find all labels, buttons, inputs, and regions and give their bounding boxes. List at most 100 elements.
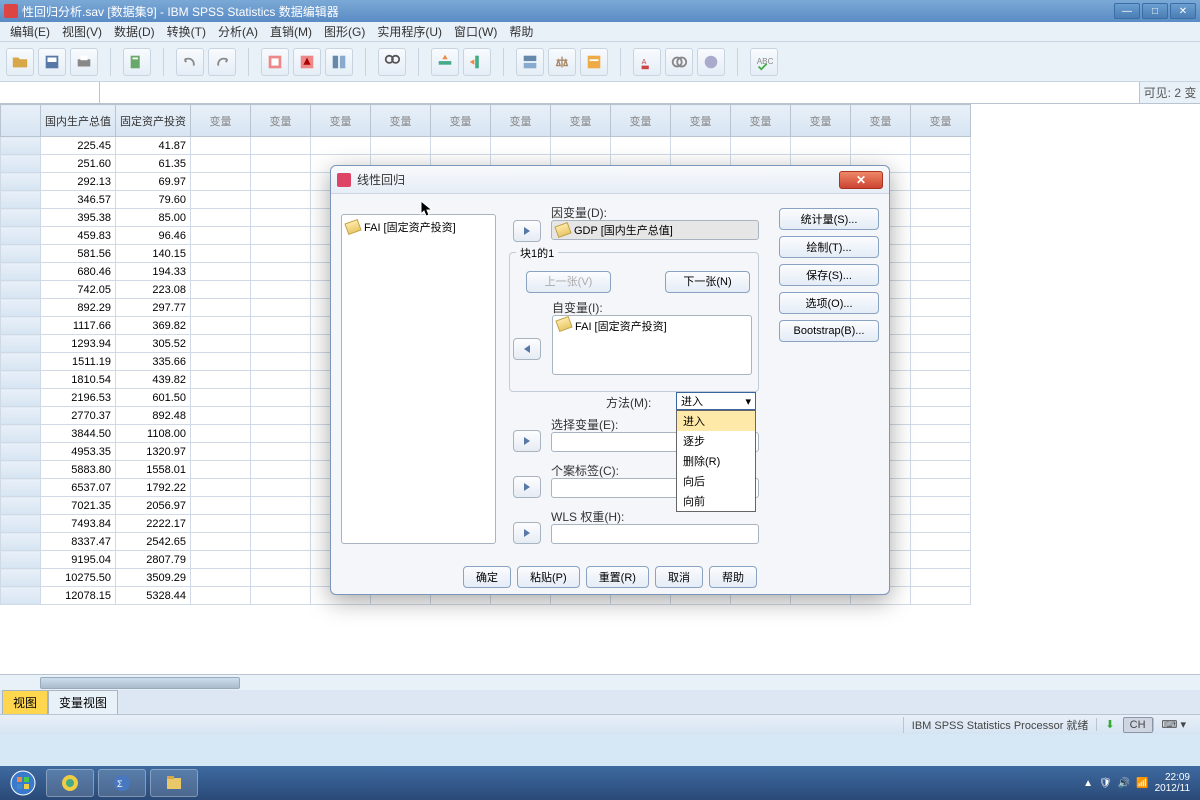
column-header[interactable]: 变量 <box>851 105 911 137</box>
data-cell[interactable]: 1117.66 <box>41 317 116 335</box>
empty-cell[interactable] <box>251 299 311 317</box>
empty-cell[interactable] <box>191 281 251 299</box>
empty-cell[interactable] <box>191 353 251 371</box>
empty-cell[interactable] <box>191 245 251 263</box>
empty-cell[interactable] <box>251 191 311 209</box>
column-header[interactable]: 变量 <box>731 105 791 137</box>
empty-cell[interactable] <box>191 137 251 155</box>
empty-cell[interactable] <box>911 371 971 389</box>
data-cell[interactable]: 335.66 <box>116 353 191 371</box>
tab-data-view[interactable]: 视图 <box>2 690 48 714</box>
row-header[interactable] <box>1 551 41 569</box>
empty-cell[interactable] <box>251 443 311 461</box>
column-header[interactable]: 变量 <box>611 105 671 137</box>
tab-variable-view[interactable]: 变量视图 <box>48 690 118 714</box>
data-cell[interactable]: 459.83 <box>41 227 116 245</box>
options-button[interactable]: 选项(O)... <box>779 292 879 314</box>
data-cell[interactable]: 892.48 <box>116 407 191 425</box>
minimize-button[interactable]: — <box>1114 3 1140 19</box>
empty-cell[interactable] <box>911 209 971 227</box>
data-cell[interactable]: 2056.97 <box>116 497 191 515</box>
data-cell[interactable]: 12078.15 <box>41 587 116 605</box>
move-to-dependent-button[interactable] <box>513 220 541 242</box>
empty-cell[interactable] <box>851 137 911 155</box>
method-option-stepwise[interactable]: 逐步 <box>677 431 755 451</box>
cell-name-box[interactable] <box>0 82 100 103</box>
empty-cell[interactable] <box>911 227 971 245</box>
empty-cell[interactable] <box>191 443 251 461</box>
empty-cell[interactable] <box>251 371 311 389</box>
data-cell[interactable]: 1810.54 <box>41 371 116 389</box>
column-header[interactable]: 变量 <box>491 105 551 137</box>
data-cell[interactable]: 10275.50 <box>41 569 116 587</box>
empty-cell[interactable] <box>911 191 971 209</box>
data-cell[interactable]: 1108.00 <box>116 425 191 443</box>
data-cell[interactable]: 6537.07 <box>41 479 116 497</box>
ok-button[interactable]: 确定 <box>463 566 511 588</box>
row-header[interactable] <box>1 299 41 317</box>
empty-cell[interactable] <box>371 137 431 155</box>
data-cell[interactable]: 1293.94 <box>41 335 116 353</box>
empty-cell[interactable] <box>911 263 971 281</box>
ime-indicator[interactable]: CH <box>1123 717 1153 733</box>
empty-cell[interactable] <box>911 587 971 605</box>
empty-cell[interactable] <box>191 551 251 569</box>
row-header[interactable] <box>1 191 41 209</box>
data-cell[interactable]: 2807.79 <box>116 551 191 569</box>
empty-cell[interactable] <box>191 263 251 281</box>
empty-cell[interactable] <box>251 173 311 191</box>
source-variable-list[interactable]: FAI [固定资产投资] <box>341 214 496 544</box>
data-cell[interactable]: 2770.37 <box>41 407 116 425</box>
empty-cell[interactable] <box>911 533 971 551</box>
taskbar-app-1[interactable] <box>46 769 94 797</box>
empty-cell[interactable] <box>251 209 311 227</box>
row-header[interactable] <box>1 263 41 281</box>
empty-cell[interactable] <box>251 551 311 569</box>
empty-cell[interactable] <box>731 137 791 155</box>
tray-clock[interactable]: 22:09 <box>1155 772 1190 783</box>
empty-cell[interactable] <box>911 569 971 587</box>
split-file-icon[interactable] <box>516 48 544 76</box>
empty-cell[interactable] <box>191 389 251 407</box>
row-header[interactable] <box>1 281 41 299</box>
data-cell[interactable]: 5883.80 <box>41 461 116 479</box>
column-header[interactable]: 变量 <box>191 105 251 137</box>
empty-cell[interactable] <box>191 155 251 173</box>
data-cell[interactable]: 85.00 <box>116 209 191 227</box>
row-header[interactable] <box>1 407 41 425</box>
plots-button[interactable]: 绘制(T)... <box>779 236 879 258</box>
insert-var-icon[interactable] <box>463 48 491 76</box>
data-cell[interactable]: 395.38 <box>41 209 116 227</box>
weight-cases-icon[interactable] <box>548 48 576 76</box>
cancel-button[interactable]: 取消 <box>655 566 703 588</box>
windows-taskbar[interactable]: Σ ▲ 🛡 🔊 📶 22:09 2012/11 <box>0 766 1200 800</box>
empty-cell[interactable] <box>911 425 971 443</box>
save-icon[interactable] <box>38 48 66 76</box>
column-header[interactable]: 国内生产总值 <box>41 105 116 137</box>
tray-date[interactable]: 2012/11 <box>1155 783 1190 794</box>
empty-cell[interactable] <box>911 497 971 515</box>
data-cell[interactable]: 601.50 <box>116 389 191 407</box>
spellcheck-icon[interactable]: ABC <box>750 48 778 76</box>
menu-edit[interactable]: 编辑(E) <box>4 21 56 42</box>
undo-icon[interactable] <box>176 48 204 76</box>
empty-cell[interactable] <box>251 515 311 533</box>
method-option-backward[interactable]: 向后 <box>677 471 755 491</box>
next-block-button[interactable]: 下一张(N) <box>665 271 750 293</box>
menu-utilities[interactable]: 实用程序(U) <box>371 21 448 42</box>
empty-cell[interactable] <box>191 173 251 191</box>
empty-cell[interactable] <box>911 173 971 191</box>
method-option-forward[interactable]: 向前 <box>677 491 755 511</box>
move-to-caselabel-button[interactable] <box>513 476 541 498</box>
empty-cell[interactable] <box>251 281 311 299</box>
menu-view[interactable]: 视图(V) <box>56 21 108 42</box>
goto-var-icon[interactable] <box>293 48 321 76</box>
data-cell[interactable]: 369.82 <box>116 317 191 335</box>
taskbar-app-spss[interactable]: Σ <box>98 769 146 797</box>
empty-cell[interactable] <box>191 191 251 209</box>
statistics-button[interactable]: 统计量(S)... <box>779 208 879 230</box>
independent-field[interactable]: FAI [固定资产投资] <box>552 315 752 375</box>
row-header[interactable] <box>1 137 41 155</box>
empty-cell[interactable] <box>251 335 311 353</box>
method-option-enter[interactable]: 进入 <box>677 411 755 431</box>
